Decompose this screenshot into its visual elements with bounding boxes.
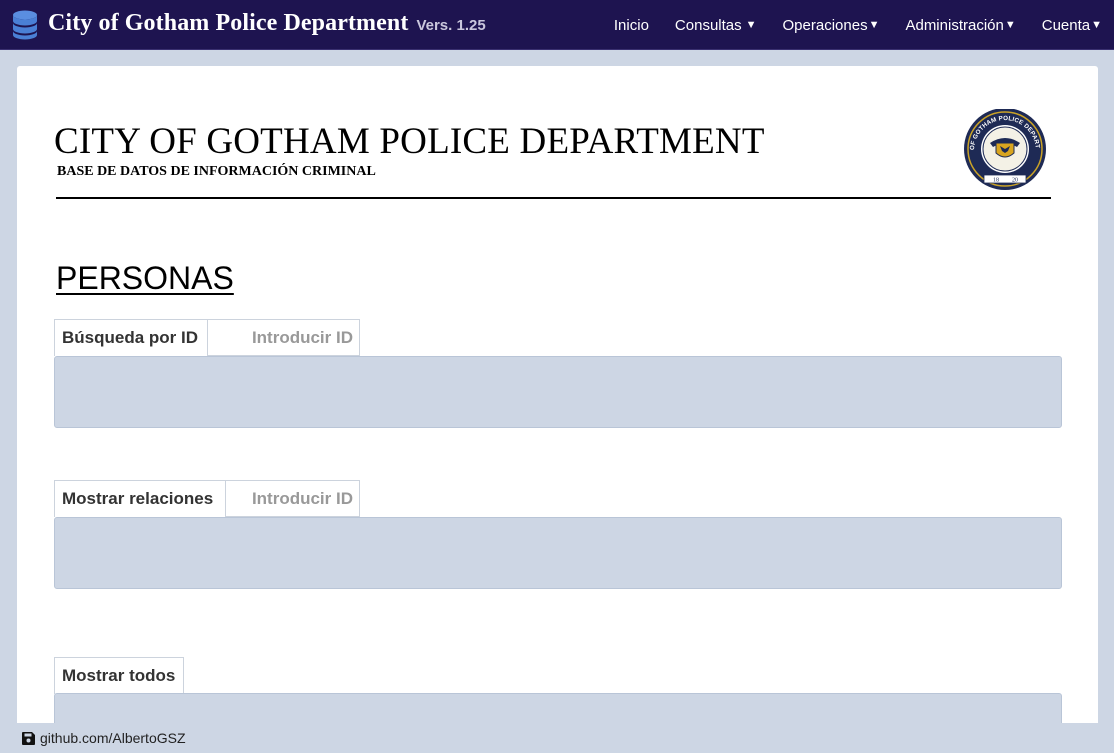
search-by-id-input[interactable]	[207, 319, 360, 356]
caret-down-icon: ▼	[1091, 19, 1102, 31]
caret-down-icon: ▼	[745, 19, 757, 31]
database-icon	[13, 10, 37, 39]
nav-item-label: Inicio	[613, 16, 649, 34]
section-title: PERSONAS	[56, 260, 234, 296]
nav-item-inicio[interactable]: Inicio	[601, 0, 662, 50]
top-navbar: City of Gotham Police Department Vers. 1…	[0, 0, 1114, 50]
nav-menu: Inicio Consultas ▼ Operaciones ▼ Adminis…	[601, 0, 1114, 50]
show-all-button[interactable]: Mostrar todos	[54, 657, 184, 694]
brand[interactable]: City of Gotham Police Department Vers. 1…	[12, 10, 486, 40]
header-divider	[56, 197, 1051, 199]
badge-year-left: 18	[993, 178, 999, 184]
nav-item-label: Operaciones	[782, 16, 868, 34]
nav-item-administracion[interactable]: Administración ▼	[892, 0, 1028, 50]
badge-year-right: 20	[1012, 178, 1018, 184]
floppy-disk-icon	[22, 731, 35, 745]
github-link[interactable]: github.com/AlbertoGSZ	[40, 730, 186, 746]
nav-item-operaciones[interactable]: Operaciones ▼	[770, 0, 893, 50]
nav-item-label: Cuenta	[1041, 16, 1091, 34]
main-panel: CITY OF GOTHAM POLICE DEPARTMENT BASE DE…	[17, 66, 1098, 730]
show-relations-input[interactable]	[225, 480, 360, 517]
caret-down-icon: ▼	[1004, 19, 1016, 31]
nav-item-label: Consultas	[674, 16, 742, 34]
page-header-subtitle: BASE DE DATOS DE INFORMACIÓN CRIMINAL	[57, 164, 376, 179]
page-header-title: CITY OF GOTHAM POLICE DEPARTMENT	[54, 121, 765, 162]
footer: github.com/AlbertoGSZ	[0, 723, 1114, 753]
nav-item-cuenta[interactable]: Cuenta ▼	[1029, 0, 1114, 50]
show-relations-label: Mostrar relaciones	[54, 480, 226, 517]
search-by-id-result	[54, 356, 1062, 428]
search-by-id-label: Búsqueda por ID	[54, 319, 208, 356]
police-badge-logo: CITY OF GOTHAM POLICE DEPARTMENT 18 20	[958, 109, 1046, 190]
brand-title[interactable]: City of Gotham Police Department	[48, 10, 408, 37]
show-relations-result	[54, 517, 1062, 589]
caret-down-icon: ▼	[868, 19, 880, 31]
nav-item-consultas[interactable]: Consultas ▼	[662, 0, 770, 50]
version-label: Vers. 1.25	[416, 16, 486, 34]
nav-item-label: Administración	[905, 16, 1004, 34]
